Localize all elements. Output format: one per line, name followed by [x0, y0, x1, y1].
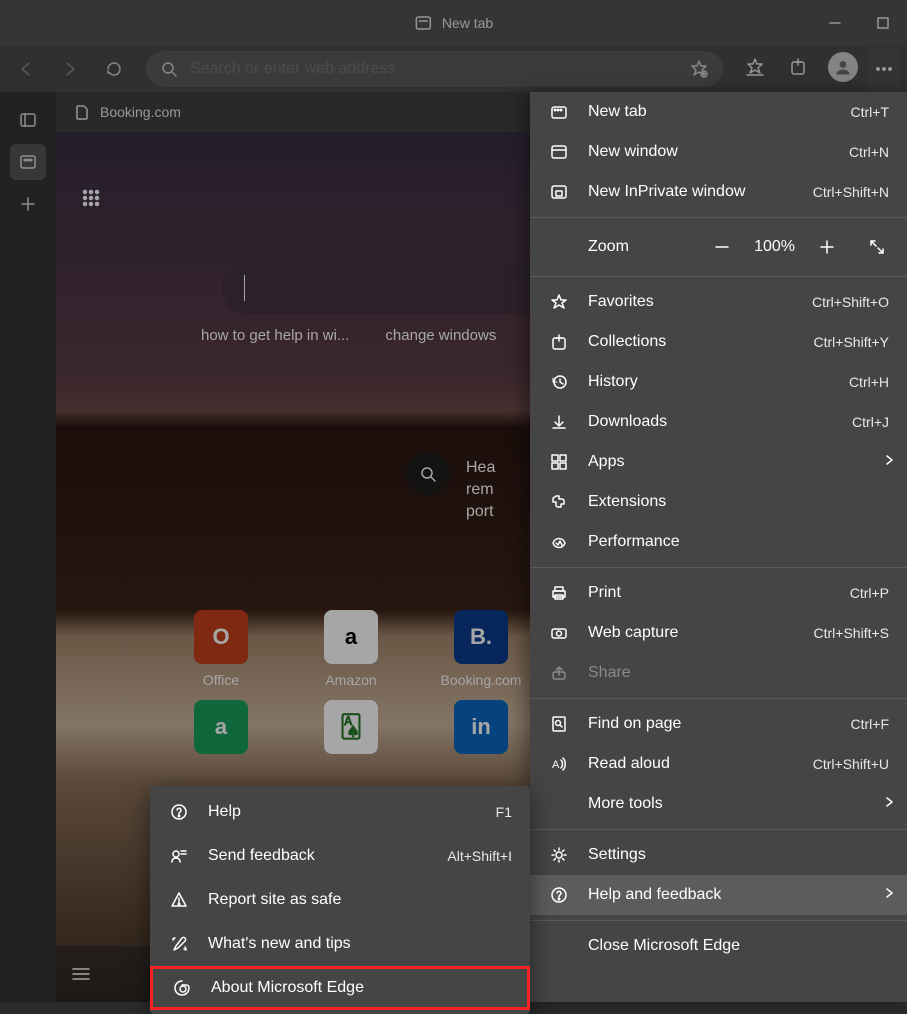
tab-icon — [414, 14, 432, 32]
settings-menu: New tabCtrl+T New windowCtrl+N New InPri… — [530, 92, 907, 1002]
search-icon — [160, 60, 178, 78]
news-headline[interactable]: Hearemport — [466, 457, 495, 523]
svg-text:A: A — [552, 759, 560, 771]
submenu-report[interactable]: Report site as safe — [150, 878, 530, 922]
menu-favorites[interactable]: FavoritesCtrl+Shift+O — [530, 282, 907, 322]
back-button[interactable] — [6, 49, 46, 89]
hint-2[interactable]: change windows — [385, 327, 496, 344]
menu-settings[interactable]: Settings — [530, 835, 907, 875]
title-bar: New tab — [0, 0, 907, 46]
quick-link-5[interactable]: in — [416, 700, 546, 780]
window-title: New tab — [442, 15, 493, 31]
hint-1[interactable]: how to get help in wi... — [201, 327, 349, 344]
submenu-feedback[interactable]: Send feedbackAlt+Shift+I — [150, 834, 530, 878]
voice-search-button[interactable] — [406, 452, 450, 496]
navigation-toolbar — [0, 46, 907, 92]
zoom-value: 100% — [754, 238, 795, 256]
forward-button[interactable] — [50, 49, 90, 89]
quick-link-1[interactable]: aAmazon — [286, 610, 416, 690]
quick-link-0[interactable]: OOffice — [156, 610, 286, 690]
menu-find[interactable]: Find on pageCtrl+F — [530, 704, 907, 744]
add-favorite-icon[interactable] — [689, 59, 709, 79]
avatar — [828, 52, 858, 82]
vertical-tabs — [0, 92, 56, 1002]
menu-extensions[interactable]: Extensions — [530, 482, 907, 522]
minimize-button[interactable] — [811, 0, 859, 46]
submenu-help[interactable]: HelpF1 — [150, 790, 530, 834]
zoom-out-button[interactable] — [704, 229, 740, 265]
menu-new-tab[interactable]: New tabCtrl+T — [530, 92, 907, 132]
apps-grid-icon[interactable] — [80, 187, 102, 214]
quick-link-3[interactable]: a — [156, 700, 286, 780]
tab-label[interactable]: Booking.com — [100, 104, 181, 120]
menu-share: Share — [530, 653, 907, 693]
menu-web-capture[interactable]: Web captureCtrl+Shift+S — [530, 613, 907, 653]
menu-collections[interactable]: CollectionsCtrl+Shift+Y — [530, 322, 907, 362]
menu-close-edge[interactable]: Close Microsoft Edge — [530, 926, 907, 966]
menu-zoom: Zoom 100% — [530, 223, 907, 271]
menu-new-inprivate[interactable]: New InPrivate windowCtrl+Shift+N — [530, 172, 907, 212]
quick-link-2[interactable]: B.Booking.com — [416, 610, 546, 690]
new-tab-button[interactable] — [10, 186, 46, 222]
search-hints: how to get help in wi... change windows — [201, 327, 496, 344]
menu-downloads[interactable]: DownloadsCtrl+J — [530, 402, 907, 442]
page-icon — [74, 104, 90, 120]
menu-history[interactable]: HistoryCtrl+H — [530, 362, 907, 402]
menu-apps[interactable]: Apps — [530, 442, 907, 482]
profile-button[interactable] — [823, 47, 863, 87]
hamburger-icon[interactable] — [70, 963, 92, 985]
tab-actions-button[interactable] — [10, 102, 46, 138]
maximize-button[interactable] — [859, 0, 907, 46]
address-bar[interactable] — [146, 51, 723, 87]
zoom-in-button[interactable] — [809, 229, 845, 265]
submenu-whatsnew[interactable]: What's new and tips — [150, 922, 530, 966]
vertical-tab-current[interactable] — [10, 144, 46, 180]
submenu-about[interactable]: About Microsoft Edge — [150, 966, 530, 1010]
menu-new-window[interactable]: New windowCtrl+N — [530, 132, 907, 172]
quick-links: OOfficeaAmazonB.Booking.com a🂡in — [156, 610, 546, 780]
menu-performance[interactable]: Performance — [530, 522, 907, 562]
menu-print[interactable]: PrintCtrl+P — [530, 573, 907, 613]
refresh-button[interactable] — [94, 49, 134, 89]
menu-help[interactable]: Help and feedback — [530, 875, 907, 915]
menu-button[interactable] — [867, 47, 901, 91]
favorites-button[interactable] — [735, 47, 775, 87]
quick-link-4[interactable]: 🂡 — [286, 700, 416, 780]
help-submenu: HelpF1 Send feedbackAlt+Shift+I Report s… — [150, 786, 530, 1014]
collections-button[interactable] — [779, 47, 819, 87]
address-input[interactable] — [190, 60, 677, 78]
fullscreen-button[interactable] — [859, 229, 895, 265]
menu-read-aloud[interactable]: ARead aloudCtrl+Shift+U — [530, 744, 907, 784]
menu-more-tools[interactable]: More tools — [530, 784, 907, 824]
